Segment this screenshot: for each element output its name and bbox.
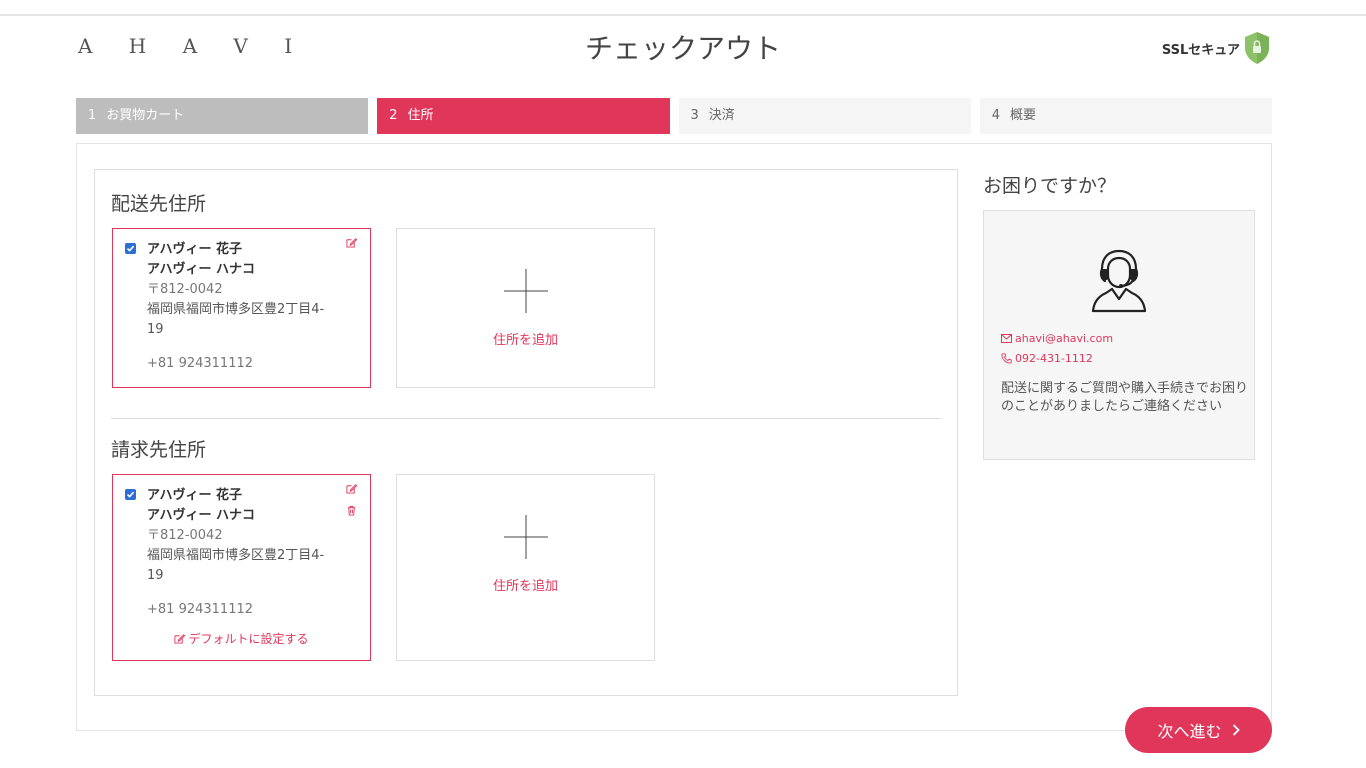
- postal-code: 〒812-0042: [147, 528, 223, 543]
- next-button[interactable]: 次へ進む: [1125, 707, 1272, 753]
- checkout-steps: 1 お買物カート 2 住所 3 決済 4 概要: [76, 98, 1272, 134]
- recipient-name-kana: アハヴィー ハナコ: [147, 508, 256, 523]
- section-divider: [111, 418, 941, 419]
- step-address[interactable]: 2 住所: [377, 98, 670, 134]
- set-default-link[interactable]: デフォルトに設定する: [113, 630, 370, 647]
- billing-address-card[interactable]: アハヴィー 花子 アハヴィー ハナコ 〒812-0042 福岡県福岡市博多区豊2…: [112, 474, 371, 661]
- edit-icon[interactable]: [346, 237, 357, 248]
- add-address-label: 住所を追加: [492, 579, 558, 594]
- add-address-label: 住所を追加: [492, 333, 558, 348]
- add-shipping-address-button[interactable]: 住所を追加: [396, 228, 655, 388]
- add-billing-address-button[interactable]: 住所を追加: [396, 474, 655, 661]
- recipient-name: アハヴィー 花子: [147, 242, 243, 257]
- shipping-title: 配送先住所: [111, 193, 207, 215]
- address-line-1: 福岡県福岡市博多区豊2丁目4-: [147, 302, 325, 317]
- help-email-link[interactable]: ahavi@ahavi.com: [1001, 332, 1113, 345]
- address-line-2: 19: [147, 322, 164, 337]
- address-line-2: 19: [147, 568, 164, 583]
- address-line-1: 福岡県福岡市博多区豊2丁目4-: [147, 548, 325, 563]
- edit-icon: [174, 634, 186, 644]
- edit-icon[interactable]: [346, 483, 357, 494]
- phone-number: +81 924311112: [147, 602, 254, 617]
- phone-number: +81 924311112: [147, 356, 254, 371]
- mail-icon: [1001, 334, 1012, 343]
- chevron-right-icon: [1232, 724, 1240, 736]
- plus-icon: [503, 515, 548, 559]
- shipping-address-card[interactable]: アハヴィー 花子 アハヴィー ハナコ 〒812-0042 福岡県福岡市博多区豊2…: [112, 228, 371, 388]
- billing-title: 請求先住所: [111, 439, 207, 461]
- ssl-label: SSLセキュア: [1161, 42, 1240, 58]
- help-phone-link[interactable]: 092-431-1112: [1001, 352, 1093, 365]
- top-border: [0, 14, 1366, 16]
- help-box: ahavi@ahavi.com 092-431-1112 配送に関するご質問や購…: [983, 210, 1255, 460]
- help-description: 配送に関するご質問や購入手続きでお困りのことがありましたらご連絡ください: [1001, 381, 1249, 414]
- step-cart[interactable]: 1 お買物カート: [76, 98, 369, 134]
- billing-select-checkbox[interactable]: [125, 489, 136, 500]
- step-payment[interactable]: 3 決済: [678, 98, 971, 134]
- trash-icon[interactable]: [346, 505, 357, 516]
- ssl-badge: SSLセキュア: [1162, 31, 1270, 65]
- recipient-name: アハヴィー 花子: [147, 488, 243, 503]
- shield-lock-icon: [1245, 32, 1269, 64]
- postal-code: 〒812-0042: [147, 282, 223, 297]
- recipient-name-kana: アハヴィー ハナコ: [147, 262, 256, 277]
- shipping-select-checkbox[interactable]: [125, 243, 136, 254]
- phone-icon: [1001, 353, 1012, 364]
- support-agent-icon: [1091, 249, 1147, 313]
- help-title: お困りですか？: [983, 175, 1117, 197]
- step-summary[interactable]: 4 概要: [979, 98, 1272, 134]
- plus-icon: [503, 269, 548, 313]
